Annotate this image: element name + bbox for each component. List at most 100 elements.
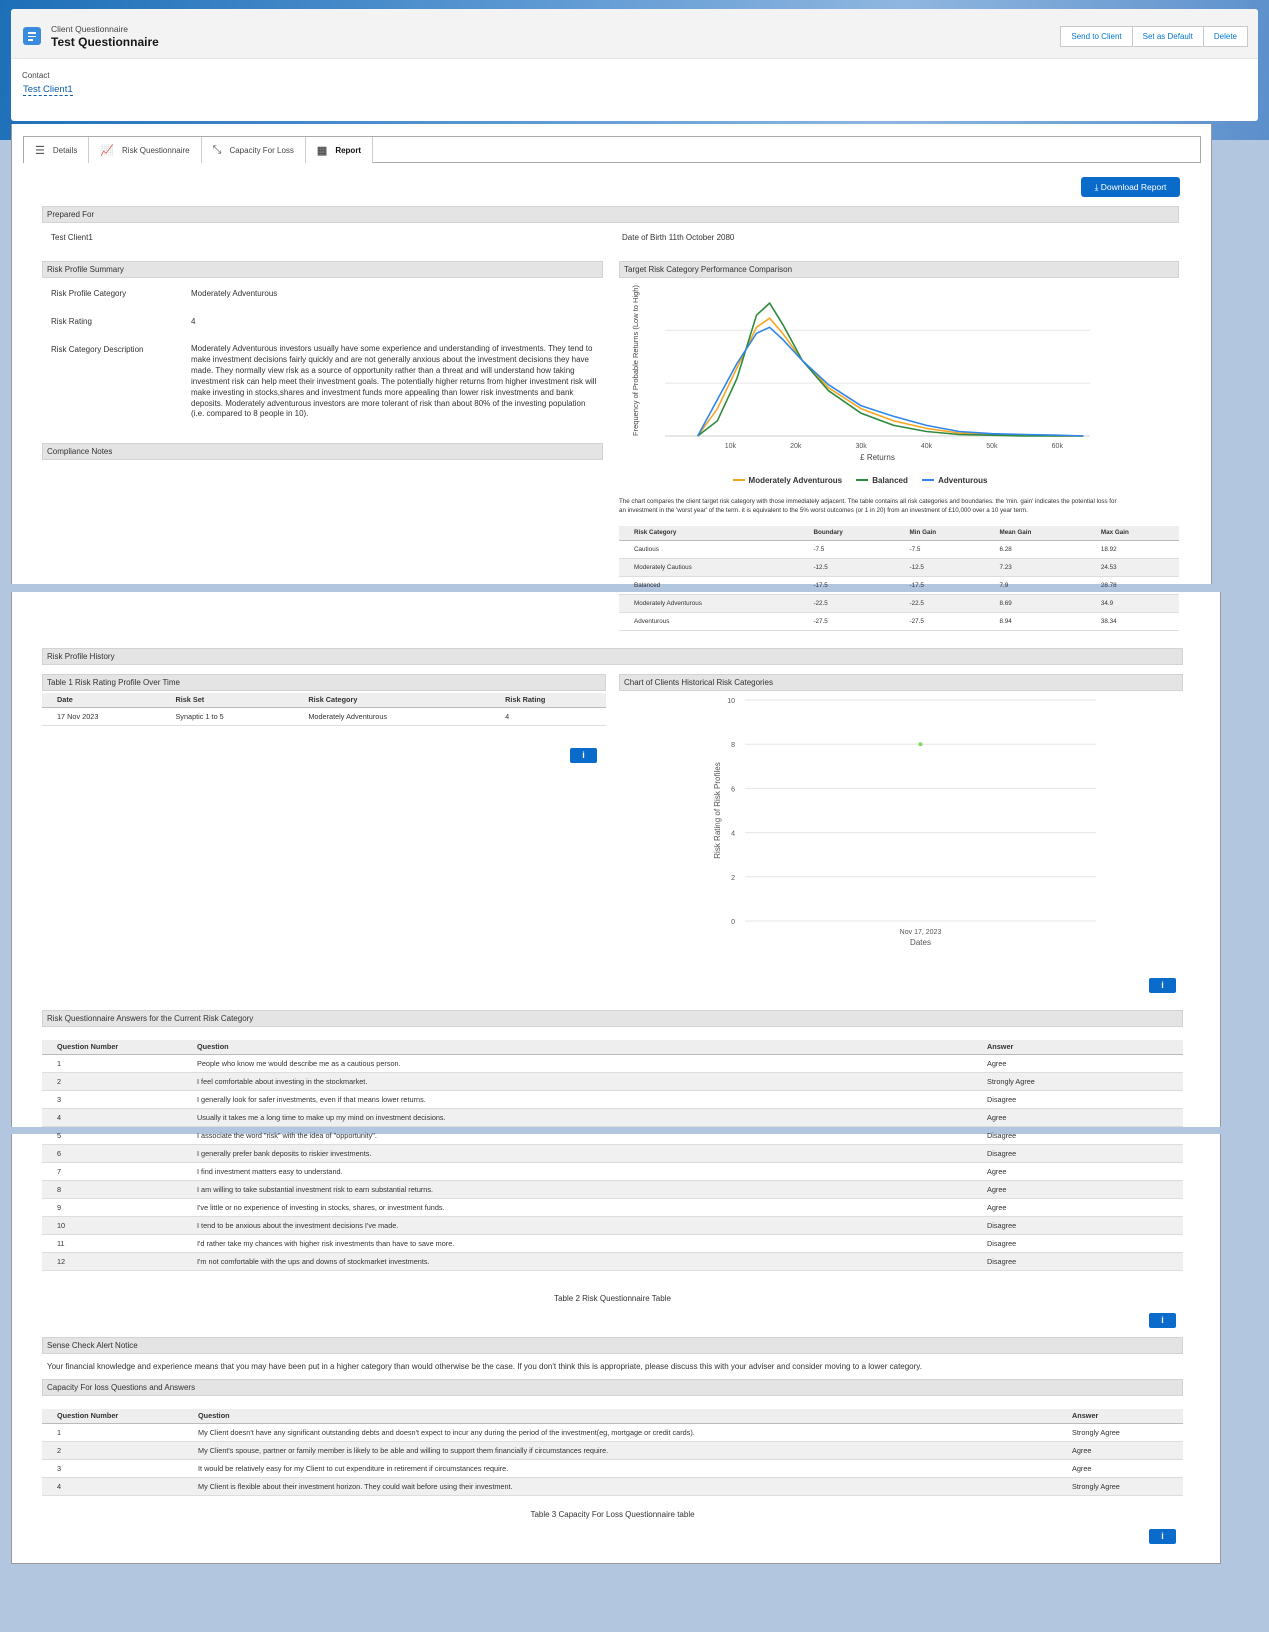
desc-line: deposits. Moderately adventurous investo… [191,398,586,408]
table-row: 6I generally prefer bank deposits to ris… [42,1144,1183,1163]
cell: Usually it takes me a long time to make … [182,1108,972,1127]
risk-rating-history-table: Date Risk Set Risk Category Risk Rating … [42,693,606,726]
risk-profile-summary-section: Risk Profile Summary [42,261,603,278]
questionnaire-answers-section: Risk Questionnaire Answers for the Curre… [42,1010,1183,1027]
contact-label: Contact [22,71,50,80]
performance-comparison-section: Target Risk Category Performance Compari… [619,261,1179,278]
cell: 10 [42,1216,182,1235]
tab-report[interactable]: ▦ Report [305,137,374,163]
table-row: 17 Nov 2023 Synaptic 1 to 5 Moderately A… [42,707,606,726]
y-tick-label: 0 [731,919,735,926]
cell: I feel comfortable about investing in th… [182,1072,972,1091]
cell: 7 [42,1162,182,1181]
y-axis-title: Frequency of Probable Returns (Low to Hi… [631,285,640,436]
col-risk-set: Risk Set [160,693,294,708]
questionnaire-icon [23,27,41,45]
cell: -22.5 [798,594,895,613]
cell: Disagree [972,1126,1183,1145]
cell: Balanced [619,576,799,595]
cell: Agree [972,1180,1183,1199]
cell: Moderately Cautious [619,558,799,577]
cell: I've little or no experience of investin… [182,1198,972,1217]
table-row: 2 My Client's spouse, partner or family m… [42,1441,1183,1460]
col-max-gain: Max Gain [1085,526,1179,541]
x-axis-title: £ Returns [860,453,895,462]
cell: 38.34 [1085,612,1179,631]
y-axis-title: Risk Rating of Risk Profiles [713,762,722,858]
tab-label: Capacity For Loss [229,145,294,155]
col-question: Question [182,1040,972,1055]
delete-button[interactable]: Delete [1203,26,1248,47]
info-button[interactable]: i [1149,1313,1176,1328]
risk-description-label: Risk Category Description [51,345,144,354]
tab-risk-questionnaire[interactable]: 📈 Risk Questionnaire [89,137,202,163]
tab-bar: ☰ Details 📈 Risk Questionnaire ⤡ Capacity F… [23,136,1201,163]
table-row: 7I find investment matters easy to under… [42,1162,1183,1181]
cell: 5 [42,1126,182,1145]
contact-link[interactable]: Test Client1 [23,84,73,96]
send-to-client-button[interactable]: Send to Client [1060,26,1133,47]
record-title: Test Questionnaire [51,35,159,49]
x-tick-label: 20k [790,443,802,450]
cell: I'm not comfortable with the ups and dow… [182,1252,972,1271]
table-row: 3 It would be relatively easy for my Clie… [42,1459,1183,1478]
cell: -12.5 [894,558,985,577]
cell: -27.5 [894,612,985,631]
cell: I associate the word "risk" with the ide… [182,1126,972,1145]
cell: 4 [42,1477,183,1496]
y-tick-label: 10 [727,698,735,705]
cell: Strongly Agree [972,1072,1183,1091]
object-type-label: Client Questionnaire [51,24,129,34]
cell: Synaptic 1 to 5 [160,707,294,726]
cell: My Client is flexible about their invest… [183,1477,1057,1496]
cell: -22.5 [894,594,985,613]
table-row: Moderately Adventurous -22.5 -22.5 8.69 34.9 [619,594,1179,613]
col-date: Date [42,693,161,708]
risk-rating-value: 4 [191,317,196,326]
y-tick-label: 6 [731,786,735,793]
col-answer: Answer [1057,1409,1183,1424]
cell: Strongly Agree [1057,1423,1183,1442]
cell: I am willing to take substantial investm… [182,1180,972,1199]
risk-description-text: Moderately Adventurous investors usually… [191,344,601,420]
performance-chart: 10k 20k 30k 40k 50k 60k £ Returns Frequency of … [631,285,1090,462]
col-question-number: Question Number [42,1409,183,1424]
tab-details[interactable]: ☰ Details [24,137,90,163]
set-as-default-button[interactable]: Set as Default [1132,26,1204,47]
cell: Disagree [972,1144,1183,1163]
download-label: Download Report [1100,182,1167,192]
download-report-button[interactable]: ⤓ Download Report [1081,177,1180,197]
highlights-panel: Client Questionnaire Test Questionnaire … [11,9,1258,59]
info-button[interactable]: i [570,748,597,763]
table-row: Cautious -7.5 -7.5 6.28 18.92 [619,540,1179,559]
col-risk-category: Risk Category [293,693,491,708]
desc-line: investment risk can help meet their inve… [191,376,597,386]
cell: Agree [972,1108,1183,1127]
cell: Disagree [972,1234,1183,1253]
risk-category-value: Moderately Adventurous [191,289,278,298]
data-point [918,742,923,747]
info-button[interactable]: i [1149,1529,1176,1544]
cell: 18.92 [1085,540,1179,559]
info-button[interactable]: i [1149,978,1176,993]
cell: 12 [42,1252,182,1271]
cell: 3 [42,1090,182,1109]
note-line: an investment in the 'worst year' of the… [619,507,1028,514]
performance-legend: Moderately Adventurous Balanced Adventur… [620,474,1100,485]
cell: Disagree [972,1252,1183,1271]
tab-label: Report [335,145,362,155]
col-question-number: Question Number [42,1040,182,1055]
cell: Disagree [972,1090,1183,1109]
legend-label: Moderately Adventurous [748,475,843,485]
legend-adventurous: Adventurous [922,476,987,485]
line-chart-icon: 📈 [100,144,115,157]
cell: 4 [42,1108,182,1127]
col-mean-gain: Mean Gain [984,526,1086,541]
cell: Cautious [619,540,799,559]
cell: My Client's spouse, partner or family me… [183,1441,1057,1460]
sense-check-text: Your financial knowledge and experience … [47,1362,922,1371]
cell: -17.5 [798,576,895,595]
cell: 2 [42,1441,183,1460]
cell: I find investment matters easy to unders… [182,1162,972,1181]
tab-capacity-for-loss[interactable]: ⤡ Capacity For Loss [201,137,306,163]
